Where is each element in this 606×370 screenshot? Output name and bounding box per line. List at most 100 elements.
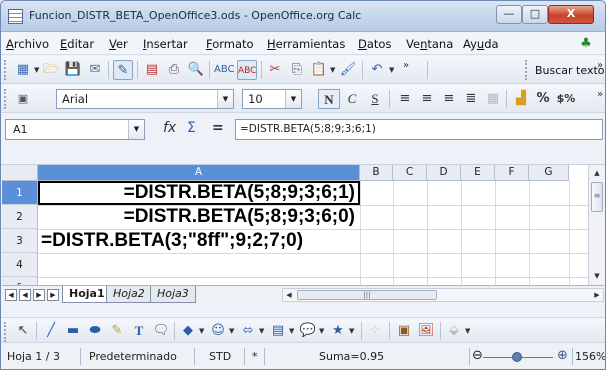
name-box[interactable]: A1 ▼ <box>5 119 145 140</box>
menu-editar[interactable]: Editar <box>60 37 94 51</box>
row-header-2[interactable]: 2 <box>2 205 38 229</box>
styles-formatting-icon[interactable]: ▣ <box>13 89 33 109</box>
new-dropdown-arrow-icon[interactable]: ▼ <box>34 66 40 74</box>
stars-dropdown-arrow-icon[interactable]: ▼ <box>349 327 355 335</box>
selection-mode[interactable]: STD <box>209 350 231 363</box>
menu-herramientas[interactable]: Herramientas <box>267 37 345 51</box>
column-header-f[interactable]: F <box>495 165 529 181</box>
find-text-label[interactable]: Buscar texto <box>535 64 605 77</box>
close-button[interactable]: X <box>548 5 594 24</box>
extrusion-icon[interactable]: ⬙ <box>444 322 464 340</box>
spreadsheet-grid[interactable]: A B C D E F G 1 2 3 4 5 =DISTR.BETA(5;8;… <box>2 165 604 285</box>
align-left-icon[interactable]: ≡ <box>394 89 416 109</box>
horizontal-scrollbar[interactable]: ◀ ||| ▶ <box>282 288 604 302</box>
email-icon[interactable]: ✉ <box>85 60 105 80</box>
cut-icon[interactable]: ✂ <box>265 60 285 80</box>
scroll-left-icon[interactable]: ◀ <box>283 289 295 301</box>
search-toolbar-grip[interactable] <box>525 60 529 80</box>
edit-file-icon[interactable]: ✎ <box>113 60 133 80</box>
row-header-3[interactable]: 3 <box>2 229 38 253</box>
align-center-icon[interactable]: ≡ <box>416 89 438 109</box>
row-header-4[interactable]: 4 <box>2 253 38 277</box>
underline-button[interactable]: S <box>364 89 386 109</box>
row-header-1[interactable]: 1 <box>2 181 38 205</box>
cell-a4[interactable] <box>39 253 359 277</box>
block-arrows-icon[interactable]: ⬄ <box>238 322 258 340</box>
first-sheet-icon[interactable]: ◀ <box>5 289 17 301</box>
zoom-level[interactable]: 156% <box>575 350 605 363</box>
scroll-right-icon[interactable]: ▶ <box>591 289 603 301</box>
zoom-in-icon[interactable]: ⊕ <box>557 348 568 363</box>
line-tool-icon[interactable]: ╱ <box>41 322 61 340</box>
arrows-dropdown-arrow-icon[interactable]: ▼ <box>259 327 265 335</box>
last-sheet-icon[interactable]: ▶ <box>47 289 59 301</box>
toolbar-overflow-icon[interactable]: » <box>597 60 603 71</box>
formula-input[interactable]: =DISTR.BETA(5;8;9;3;6;1) <box>235 119 603 140</box>
page-style[interactable]: Predeterminado <box>89 350 177 363</box>
menu-ventana[interactable]: Ventana <box>406 37 453 51</box>
rectangle-tool-icon[interactable]: ▬ <box>63 322 83 340</box>
percent-format-button[interactable]: % <box>532 89 554 109</box>
vertical-scroll-thumb[interactable]: ≡ <box>591 182 603 212</box>
save-icon[interactable]: 💾 <box>63 60 83 80</box>
toolbar-options-arrow-icon[interactable]: ▼ <box>465 327 471 335</box>
export-pdf-icon[interactable]: ▤ <box>142 60 162 80</box>
minimize-button[interactable]: — <box>496 5 522 24</box>
menu-datos[interactable]: Datos <box>358 37 391 51</box>
italic-button[interactable]: C <box>341 89 363 109</box>
cell-a2[interactable]: =DISTR.BETA(5;8;9;3;6;0) <box>39 205 359 229</box>
callouts-icon[interactable]: 💬 <box>298 322 318 340</box>
title-bar[interactable]: Funcion_DISTR_BETA_OpenOffice3.ods - Ope… <box>1 1 605 32</box>
toolbar-grip[interactable] <box>4 60 8 80</box>
menu-ayuda[interactable]: Ayuda <box>463 37 499 51</box>
menu-archivo[interactable]: Archivo <box>6 37 49 51</box>
font-size-combo[interactable]: 10 ▼ <box>242 89 302 109</box>
chevron-down-icon[interactable]: ▼ <box>285 90 301 108</box>
horizontal-scroll-thumb[interactable]: ||| <box>297 290 437 300</box>
ellipse-tool-icon[interactable]: ⬬ <box>85 322 105 340</box>
column-header-c[interactable]: C <box>393 165 427 181</box>
basic-shapes-icon[interactable]: ◆ <box>178 322 198 340</box>
freeform-tool-icon[interactable]: ✎ <box>107 322 127 340</box>
align-right-icon[interactable]: ≡ <box>438 89 460 109</box>
from-file-icon[interactable]: 🖼 <box>416 322 436 340</box>
fontwork-gallery-icon[interactable]: ▣ <box>394 322 414 340</box>
print-preview-icon[interactable]: 🔍 <box>186 60 206 80</box>
flowchart-icon[interactable]: ▤ <box>268 322 288 340</box>
print-icon[interactable]: ⎙ <box>164 60 184 80</box>
merge-cells-icon[interactable]: ▦ <box>482 89 504 109</box>
callouts-dropdown-arrow-icon[interactable]: ▼ <box>319 327 325 335</box>
toolbar-overflow-icon[interactable]: » <box>403 60 409 71</box>
sheet-tab-hoja1[interactable]: Hoja1 <box>62 286 112 303</box>
symbol-shapes-icon[interactable]: ☺ <box>208 322 228 340</box>
column-header-d[interactable]: D <box>427 165 461 181</box>
bold-button[interactable]: N <box>318 89 340 109</box>
shapes-dropdown-arrow-icon[interactable]: ▼ <box>199 327 205 335</box>
undo-dropdown-arrow-icon[interactable]: ▼ <box>389 66 395 74</box>
chevron-down-icon[interactable]: ▼ <box>128 120 144 139</box>
column-header-e[interactable]: E <box>461 165 495 181</box>
callout-tool-icon[interactable]: 🗨 <box>151 322 171 340</box>
menu-insertar[interactable]: Insertar <box>143 37 188 51</box>
toolbar-grip[interactable] <box>4 322 8 342</box>
prev-sheet-icon[interactable]: ◀ <box>19 289 31 301</box>
chevron-down-icon[interactable]: ▼ <box>217 90 233 108</box>
row-header-5[interactable]: 5 <box>2 277 38 285</box>
cell-a3[interactable]: =DISTR.BETA(3;"8ff";9;2;7;0) <box>41 229 303 253</box>
scroll-down-icon[interactable]: ▼ <box>590 269 604 283</box>
scroll-up-icon[interactable]: ▲ <box>590 166 604 180</box>
toolbar-grip[interactable] <box>4 89 8 109</box>
open-folder-icon[interactable]: 🗁 <box>41 60 61 80</box>
clone-formatting-icon[interactable]: 🖌 <box>338 60 358 80</box>
menu-formato[interactable]: Formato <box>206 37 254 51</box>
sheet-tab-hoja3[interactable]: Hoja3 <box>150 286 196 303</box>
copy-icon[interactable]: ⎘ <box>287 60 307 80</box>
paste-icon[interactable]: 📋 <box>309 60 329 80</box>
cell-a1[interactable]: =DISTR.BETA(5;8;9;3;6;1) <box>39 181 359 205</box>
currency-format-icon[interactable]: ▟ <box>510 89 532 109</box>
sum-icon[interactable]: Σ <box>187 120 196 136</box>
points-icon[interactable]: ⁘ <box>365 322 385 340</box>
zoom-out-icon[interactable]: ⊖ <box>472 348 483 363</box>
extension-update-icon[interactable]: ♣ <box>578 36 594 51</box>
column-header-a[interactable]: A <box>38 165 360 181</box>
